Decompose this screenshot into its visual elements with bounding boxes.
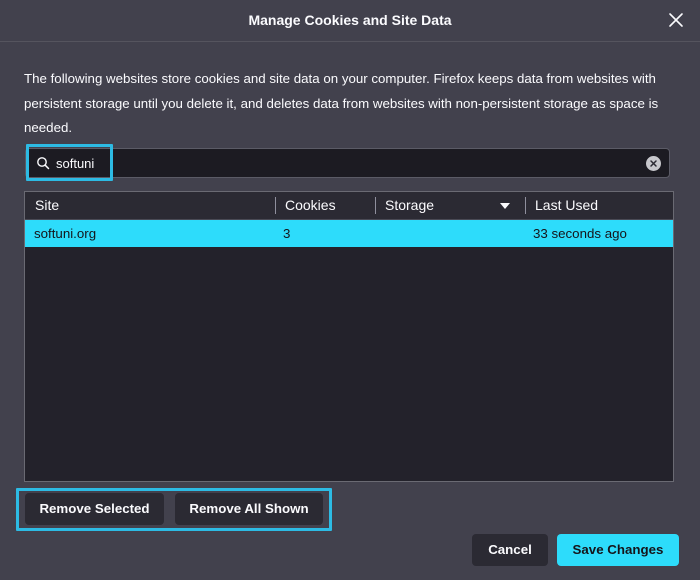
clear-icon[interactable]	[646, 156, 661, 171]
cancel-button[interactable]: Cancel	[472, 534, 548, 566]
remove-all-shown-button[interactable]: Remove All Shown	[175, 493, 323, 525]
close-icon[interactable]	[666, 10, 686, 30]
search-field[interactable]	[25, 148, 670, 178]
table-row[interactable]: softuni.org 3 33 seconds ago	[25, 220, 673, 247]
save-changes-button[interactable]: Save Changes	[557, 534, 679, 566]
remove-selected-button[interactable]: Remove Selected	[25, 493, 164, 525]
table-header: Site Cookies Storage Last Used	[25, 192, 673, 220]
column-header-last-used[interactable]: Last Used	[535, 192, 665, 219]
column-divider[interactable]	[375, 197, 376, 214]
column-header-cookies[interactable]: Cookies	[285, 192, 370, 219]
search-input[interactable]	[56, 153, 626, 173]
column-header-site[interactable]: Site	[35, 192, 270, 219]
cell-last-used: 33 seconds ago	[533, 226, 627, 241]
column-divider[interactable]	[525, 197, 526, 214]
column-divider[interactable]	[275, 197, 276, 214]
column-header-storage[interactable]: Storage	[385, 192, 515, 219]
cell-site: softuni.org	[34, 226, 97, 241]
dialog-titlebar: Manage Cookies and Site Data	[0, 0, 700, 42]
dialog-description: The following websites store cookies and…	[24, 71, 659, 135]
cell-cookies: 3	[283, 226, 291, 241]
sites-table[interactable]: Site Cookies Storage Last Used softuni.o…	[24, 191, 674, 482]
search-icon	[36, 156, 50, 170]
dialog-title: Manage Cookies and Site Data	[248, 12, 452, 28]
sort-descending-icon	[500, 203, 510, 209]
